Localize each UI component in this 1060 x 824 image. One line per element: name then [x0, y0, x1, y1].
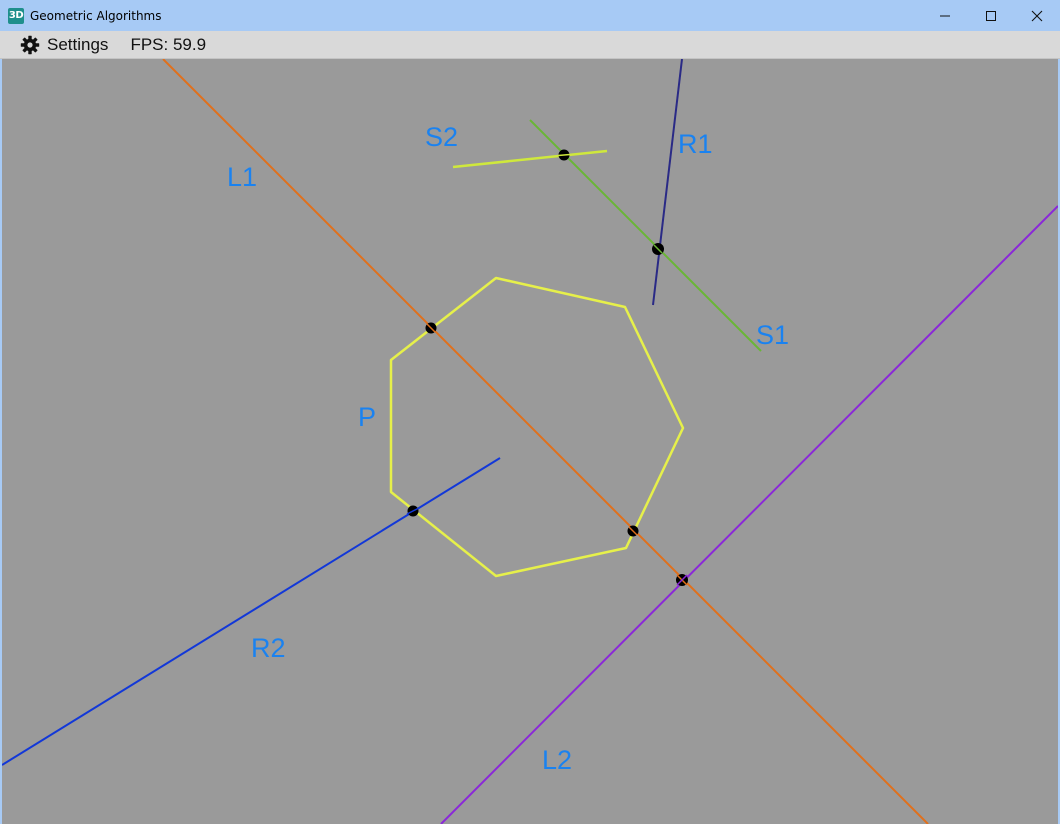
- label-l1: L1: [227, 162, 257, 192]
- maximize-icon: [986, 10, 996, 21]
- line-l1[interactable]: [162, 59, 929, 824]
- window-title: Geometric Algorithms: [30, 8, 162, 23]
- gear-icon: [20, 35, 40, 55]
- intersection-point: [676, 574, 688, 586]
- app-icon: 3D: [8, 7, 24, 24]
- label-p: P: [358, 402, 376, 432]
- minimize-button[interactable]: [922, 0, 968, 31]
- intersection-point: [652, 243, 664, 255]
- settings-menu[interactable]: Settings: [20, 35, 108, 55]
- settings-label: Settings: [47, 34, 109, 54]
- label-s2: S2: [425, 122, 458, 152]
- menu-bar: Settings FPS: 59.9: [0, 31, 1060, 59]
- label-s1: S1: [756, 320, 789, 350]
- title-bar: 3D Geometric Algorithms: [0, 0, 1060, 31]
- close-button[interactable]: [1014, 0, 1060, 31]
- label-l2: L2: [542, 745, 572, 775]
- close-icon: [1031, 10, 1043, 21]
- label-r2: R2: [251, 633, 286, 663]
- window-controls: [922, 0, 1060, 31]
- intersection-point: [627, 525, 639, 537]
- ray-r2[interactable]: [2, 457, 501, 766]
- fps-counter: FPS: 59.9: [130, 34, 207, 54]
- maximize-button[interactable]: [968, 0, 1014, 31]
- minimize-icon: [940, 15, 950, 16]
- geometry-canvas[interactable]: L1 S2 R1 S1 P R2 L2: [2, 59, 1058, 824]
- scene-svg: L1 S2 R1 S1 P R2 L2: [2, 59, 1058, 824]
- label-r1: R1: [678, 129, 713, 159]
- line-l2[interactable]: [440, 205, 1058, 824]
- intersection-point: [425, 322, 437, 334]
- segment-s2[interactable]: [452, 149, 608, 169]
- polygon-p[interactable]: [389, 276, 685, 578]
